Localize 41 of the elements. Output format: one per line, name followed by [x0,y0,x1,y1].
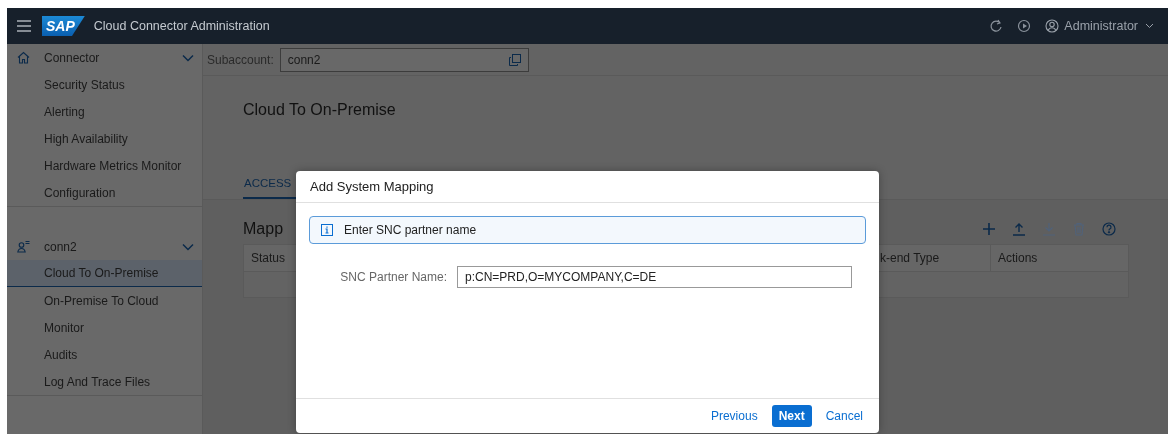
sidebar-item[interactable]: Monitor [7,314,202,341]
column-header: Status [251,250,286,267]
refresh-icon[interactable] [989,19,1004,33]
sidebar-item[interactable]: Alerting [7,98,202,125]
primary-button[interactable]: Next [771,405,812,427]
snc-partner-name-field[interactable]: p:CN=PRD,O=MYCOMPANY,C=DE [457,266,852,288]
info-icon [321,224,333,236]
field-label: SNC Partner Name: [339,269,447,286]
home-icon [17,51,30,64]
chevron-down-icon [1145,23,1154,29]
sidebar-group[interactable]: conn2 [7,233,202,260]
sidebar-group[interactable]: Connector [7,44,202,71]
user-menu[interactable]: Administrator [1045,16,1154,36]
user-list-icon [17,240,30,253]
sidebar-item[interactable]: On-Premise To Cloud [7,287,202,314]
user-icon [1045,19,1060,33]
sidebar-item[interactable]: Hardware Metrics Monitor [7,152,202,179]
column-header: k-end Type [880,250,940,267]
upload-icon[interactable] [1012,222,1026,236]
dialog-title: Add System Mapping [310,177,434,196]
subaccount-field[interactable]: conn2 [279,47,529,72]
play-circle-icon[interactable] [1017,19,1032,33]
info-message: Enter SNC partner name [344,222,477,239]
text-button[interactable]: Cancel [821,405,867,427]
logo: SAP [42,16,85,36]
app-title: Cloud Connector Administration [93,17,270,35]
copy-icon[interactable] [508,53,521,66]
text-button[interactable]: Previous [706,405,762,427]
menu-icon[interactable] [17,20,31,32]
subaccount-label: Subaccount: [207,51,274,69]
sidebar-item[interactable]: Cloud To On-Premise [7,260,202,287]
panel-title: Mapp [243,219,284,239]
sidebar-item[interactable]: Audits [7,341,202,368]
add-icon[interactable] [982,222,996,236]
sidebar-item[interactable]: Log And Trace Files [7,368,202,395]
column-header: Actions [998,250,1038,267]
sidebar-item[interactable]: High Availability [7,125,202,152]
sidebar-item[interactable]: Configuration [7,179,202,206]
sidebar-item[interactable]: Security Status [7,71,202,98]
page-title: Cloud To On-Premise [243,100,397,120]
help-icon[interactable] [1102,222,1116,236]
